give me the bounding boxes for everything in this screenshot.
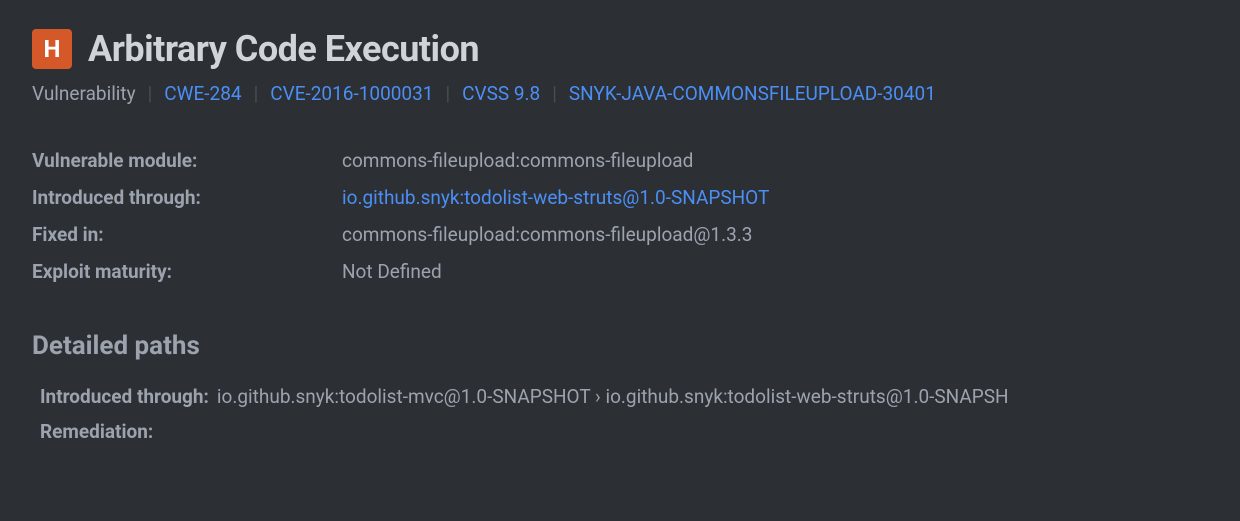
introduced-through-link[interactable]: io.github.snyk:todolist-web-struts@1.0-S… <box>342 186 1208 209</box>
path-remediation-row: Remediation: <box>40 420 1208 443</box>
vulnerability-type-label: Vulnerability <box>32 82 136 105</box>
separator: | <box>148 82 153 105</box>
path-remediation-label: Remediation: <box>40 420 153 443</box>
header-row: H Arbitrary Code Execution <box>32 28 1208 70</box>
cvss-link[interactable]: CVSS 9.8 <box>462 82 540 105</box>
introduced-through-label: Introduced through: <box>32 186 342 209</box>
severity-letter: H <box>44 35 61 63</box>
fixed-in-value: commons-fileupload:commons-fileupload@1.… <box>342 223 1208 246</box>
separator: | <box>445 82 450 105</box>
exploit-maturity-label: Exploit maturity: <box>32 260 342 283</box>
path-introduced-label: Introduced through: <box>40 385 209 408</box>
detailed-paths-heading: Detailed paths <box>32 331 1208 361</box>
fixed-in-label: Fixed in: <box>32 223 342 246</box>
exploit-maturity-value: Not Defined <box>342 260 1208 283</box>
vulnerable-module-value: commons-fileupload:commons-fileupload <box>342 149 1208 172</box>
path-introduced-value: io.github.snyk:todolist-mvc@1.0-SNAPSHOT… <box>217 385 1009 408</box>
path-introduced-row: Introduced through: io.github.snyk:todol… <box>40 385 1208 408</box>
vulnerable-module-label: Vulnerable module: <box>32 149 342 172</box>
severity-badge: H <box>32 29 72 69</box>
cve-link[interactable]: CVE-2016-1000031 <box>270 82 433 105</box>
meta-row: Vulnerability | CWE-284 | CVE-2016-10000… <box>32 82 1208 105</box>
page-title: Arbitrary Code Execution <box>88 28 479 70</box>
separator: | <box>254 82 259 105</box>
cwe-link[interactable]: CWE-284 <box>164 82 241 105</box>
snyk-id-link[interactable]: SNYK-JAVA-COMMONSFILEUPLOAD-30401 <box>569 82 936 105</box>
separator: | <box>552 82 557 105</box>
details-grid: Vulnerable module: commons-fileupload:co… <box>32 149 1208 283</box>
